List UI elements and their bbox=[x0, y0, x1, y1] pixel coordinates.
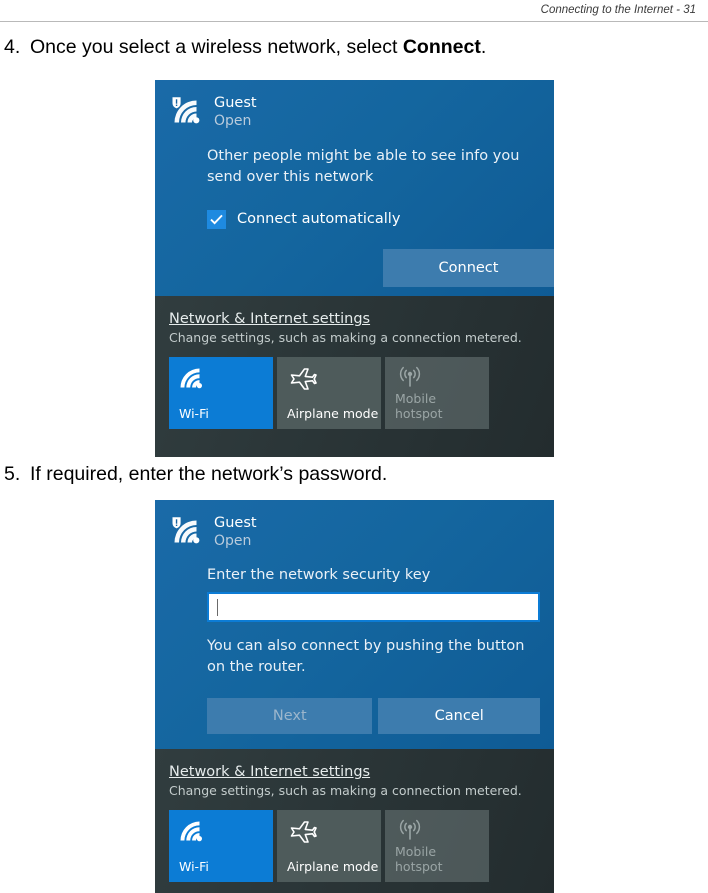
tile-airplane-mode-label: Airplane mode bbox=[287, 405, 379, 421]
tile-mobile-hotspot-label: Mobile hotspot bbox=[395, 391, 443, 421]
tile-mobile-hotspot-text: Mobile hotspot bbox=[395, 391, 443, 421]
step-4-bold: Connect bbox=[402, 36, 481, 58]
security-key-input[interactable] bbox=[207, 592, 540, 623]
tile-wifi-label: Wi-Fi bbox=[179, 858, 209, 874]
password-network-header: Guest Open bbox=[155, 500, 554, 550]
security-key-prompt: Enter the network security key bbox=[207, 567, 431, 584]
network-internet-settings-link[interactable]: Network & Internet settings bbox=[169, 311, 370, 327]
network-detail-region: Guest Open Other people might be able to… bbox=[155, 80, 554, 296]
wifi-icon bbox=[179, 366, 265, 396]
password-settings-footer: Network & Internet settings Change setti… bbox=[155, 749, 554, 893]
tile-airplane-mode-label: Airplane mode bbox=[287, 858, 379, 874]
network-security: Open bbox=[214, 112, 252, 129]
network-internet-settings-link[interactable]: Network & Internet settings bbox=[169, 764, 370, 780]
step-4-text: Once you select a wireless network, sele… bbox=[30, 36, 403, 58]
network-body: Other people might be able to see info y… bbox=[155, 146, 554, 229]
network-settings-footer: Network & Internet settings Change setti… bbox=[155, 296, 554, 457]
text-caret bbox=[217, 598, 218, 616]
wifi-warning-icon bbox=[169, 96, 203, 126]
tile-mobile-hotspot-label: Mobile hotspot bbox=[395, 844, 443, 874]
password-network-ssid: Guest bbox=[214, 515, 257, 531]
header-divider bbox=[0, 21, 708, 22]
airplane-icon bbox=[287, 366, 373, 396]
wifi-warning-icon bbox=[169, 516, 203, 546]
tile-mobile-hotspot[interactable]: Mobile hotspot bbox=[385, 810, 489, 882]
next-button[interactable]: Next bbox=[207, 697, 373, 734]
quick-action-tiles: Wi-Fi Airplane mode Mobile hotspot bbox=[169, 810, 554, 882]
step-5: 5. If required, enter the network’s passw… bbox=[4, 463, 387, 486]
network-warning-text: Other people might be able to see info y… bbox=[207, 148, 520, 186]
tile-wifi-label: Wi-Fi bbox=[179, 405, 209, 421]
step-4-text-end: . bbox=[480, 36, 487, 58]
quick-action-tiles: Wi-Fi Airplane mode Mobile hotspot bbox=[169, 357, 554, 429]
running-head-text: Connecting to the Internet - 31 bbox=[540, 4, 696, 16]
tile-airplane-mode[interactable]: Airplane mode bbox=[277, 810, 381, 882]
cancel-button[interactable]: Cancel bbox=[378, 697, 540, 734]
airplane-icon bbox=[287, 819, 373, 849]
wifi-icon bbox=[179, 819, 265, 849]
password-body: Enter the network security key You can a… bbox=[155, 567, 554, 734]
network-settings-subtitle: Change settings, such as making a connec… bbox=[169, 330, 522, 345]
password-network-security: Open bbox=[214, 532, 252, 549]
connect-automatically-row[interactable]: Connect automatically bbox=[207, 209, 540, 229]
password-detail-region: Guest Open Enter the network security ke… bbox=[155, 500, 554, 749]
step-4: 4. Once you select a wireless network, se… bbox=[4, 36, 486, 59]
connect-automatically-label: Connect automatically bbox=[237, 211, 401, 228]
connect-automatically-checkbox[interactable] bbox=[207, 209, 226, 229]
wps-hint-text: You can also connect by pushing the butt… bbox=[207, 638, 525, 676]
step-4-number: 4. bbox=[4, 36, 21, 58]
tile-wifi[interactable]: Wi-Fi bbox=[169, 357, 273, 429]
page-running-header: Connecting to the Internet - 31 bbox=[0, 0, 708, 22]
tile-wifi[interactable]: Wi-Fi bbox=[169, 810, 273, 882]
network-name-block: Guest Open bbox=[214, 94, 257, 130]
network-ssid: Guest bbox=[214, 95, 257, 111]
tile-mobile-hotspot-text: Mobile hotspot bbox=[395, 844, 443, 874]
password-network-name-block: Guest Open bbox=[214, 514, 257, 550]
step-5-number: 5. bbox=[4, 463, 21, 485]
network-header: Guest Open bbox=[155, 80, 554, 130]
network-flyout-password[interactable]: Guest Open Enter the network security ke… bbox=[155, 500, 554, 893]
connect-button[interactable]: Connect bbox=[383, 249, 554, 287]
network-flyout-connect[interactable]: Guest Open Other people might be able to… bbox=[155, 80, 554, 457]
tile-airplane-mode[interactable]: Airplane mode bbox=[277, 357, 381, 429]
password-button-row: Next Cancel bbox=[207, 697, 540, 734]
step-5-text: If required, enter the network’s passwor… bbox=[30, 463, 388, 485]
network-settings-subtitle: Change settings, such as making a connec… bbox=[169, 783, 522, 798]
tile-mobile-hotspot[interactable]: Mobile hotspot bbox=[385, 357, 489, 429]
